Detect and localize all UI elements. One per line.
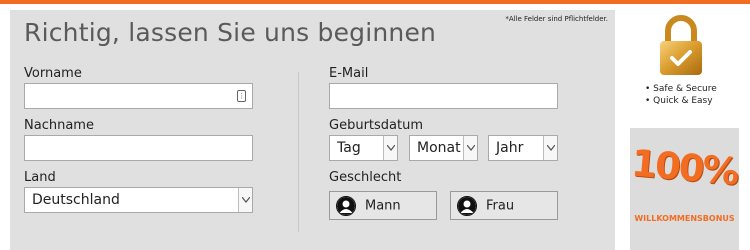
form-title: Richtig, lassen Sie uns beginnen xyxy=(24,18,437,47)
birth-day-select[interactable]: Tag xyxy=(329,135,398,161)
bonus-label: WILLKOMMENSBONUS xyxy=(634,214,735,223)
gender-label: Geschlecht xyxy=(329,170,402,185)
last-name-field[interactable] xyxy=(24,135,253,161)
column-divider xyxy=(298,72,299,232)
chevron-down-icon xyxy=(543,136,557,160)
bullet-safe: • Safe & Secure xyxy=(645,84,717,94)
lock-icon xyxy=(658,14,704,82)
email-label: E-Mail xyxy=(329,66,369,81)
chevron-down-icon xyxy=(383,136,397,160)
first-name-label: Vorname xyxy=(24,66,82,81)
email-field[interactable] xyxy=(329,83,558,109)
birthdate-label: Geburtsdatum xyxy=(329,118,423,133)
last-name-label: Nachname xyxy=(24,118,94,133)
country-value: Deutschland xyxy=(32,192,120,208)
first-name-field[interactable]: ⋮ xyxy=(24,83,253,109)
birth-year-value: Jahr xyxy=(496,140,524,156)
autofill-key-icon[interactable]: ⋮ xyxy=(237,90,246,102)
security-bullets: • Safe & Secure • Quick & Easy xyxy=(645,83,717,107)
birth-day-value: Tag xyxy=(337,140,361,156)
birth-month-value: Monat xyxy=(417,140,461,156)
country-select[interactable]: Deutschland xyxy=(24,187,253,213)
bullet-quick: • Quick & Easy xyxy=(645,96,713,106)
birth-year-select[interactable]: Jahr xyxy=(488,135,558,161)
top-accent-bar xyxy=(0,0,750,4)
person-icon xyxy=(457,196,477,216)
required-note: *Alle Felder sind Pflichtfelder. xyxy=(505,15,608,23)
birth-month-select[interactable]: Monat xyxy=(409,135,478,161)
gender-female-label: Frau xyxy=(486,198,515,213)
gender-male-label: Mann xyxy=(365,198,401,213)
chevron-down-icon xyxy=(463,136,477,160)
bonus-percent: 100% xyxy=(629,141,740,194)
country-label: Land xyxy=(24,170,56,185)
gender-female-button[interactable]: Frau xyxy=(450,191,558,220)
chevron-down-icon xyxy=(238,188,252,212)
registration-form: *Alle Felder sind Pflichtfelder. Richtig… xyxy=(10,10,615,250)
person-icon xyxy=(336,196,356,216)
welcome-bonus-banner: 100% WILLKOMMENSBONUS xyxy=(630,128,739,250)
gender-male-button[interactable]: Mann xyxy=(329,191,437,220)
